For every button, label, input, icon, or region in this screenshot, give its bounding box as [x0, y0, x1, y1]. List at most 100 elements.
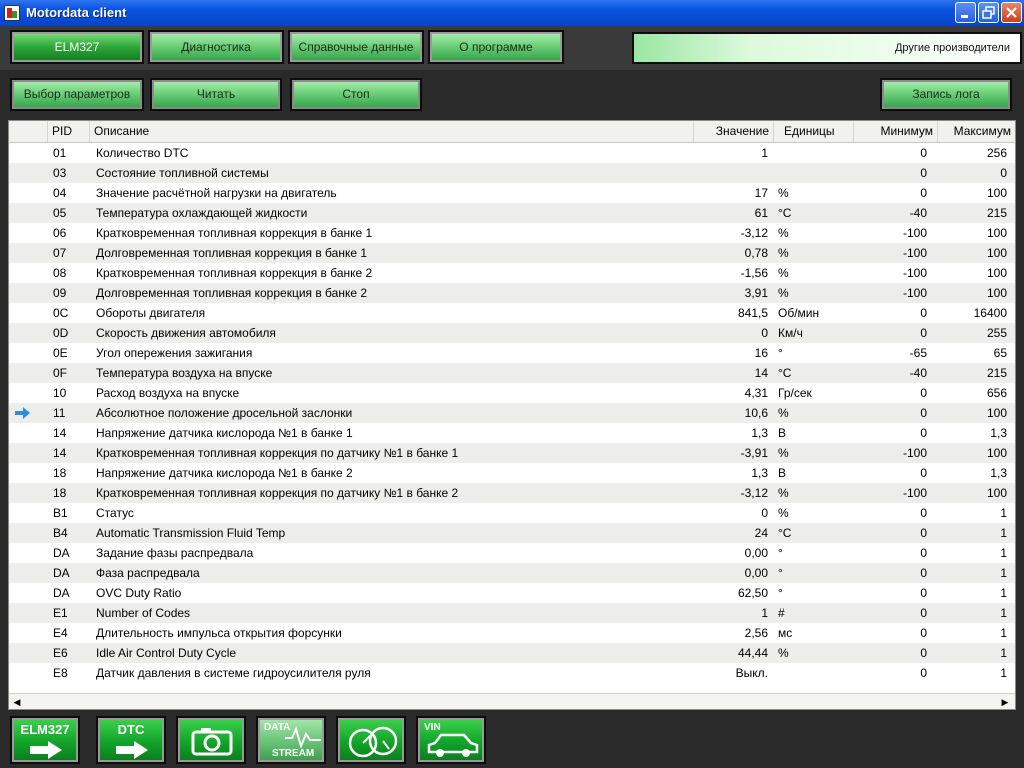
header-pid[interactable]: PID	[47, 121, 89, 142]
table-row[interactable]: 0D Скорость движения автомобиля 0 Км/ч 0 255	[9, 323, 1015, 343]
table-row[interactable]: DA Фаза распредвала 0,00 ° 0 1	[9, 563, 1015, 583]
dtc-nav-button[interactable]: DTC	[96, 716, 166, 764]
cell-maximum: 0	[1000, 166, 1007, 180]
cell-units: Км/ч	[778, 326, 803, 340]
stream-label: STREAM	[272, 748, 315, 759]
cell-value: -3,12	[740, 226, 768, 240]
cell-units: #	[778, 606, 785, 620]
table-row[interactable]: 04 Значение расчётной нагрузки на двигате…	[9, 183, 1015, 203]
close-button[interactable]	[1001, 2, 1022, 23]
bottom-nav: ELM327 DTC DATA STREAM VIN	[0, 712, 1024, 768]
tab-about[interactable]: О программе	[428, 30, 564, 64]
cell-minimum: 0	[920, 166, 927, 180]
gauges-nav-button[interactable]	[336, 716, 406, 764]
table-row[interactable]: 05 Температура охлаждающей жидкости 61 °C -4…	[9, 203, 1015, 223]
table-row[interactable]: E4 Длительность импульса открытия форсунк…	[9, 623, 1015, 643]
cell-maximum: 1	[1000, 666, 1007, 680]
tab-diagnostics[interactable]: Диагностика	[148, 30, 284, 64]
cell-units: %	[778, 506, 789, 520]
table-row[interactable]: 01 Количество DTC 1 0 256	[9, 143, 1015, 163]
data-stream-nav-button[interactable]: DATA STREAM	[256, 716, 326, 764]
table-row[interactable]: 10 Расход воздуха на впуске 4,31 Гр/сек 0 656	[9, 383, 1015, 403]
horizontal-scrollbar[interactable]: ◀ ▶	[9, 693, 1015, 709]
table-row[interactable]: 09 Долговременная топливная коррекция в б…	[9, 283, 1015, 303]
maximize-button[interactable]	[978, 2, 999, 23]
table-row[interactable]: 08 Кратковременная топливная коррекция в …	[9, 263, 1015, 283]
table-row[interactable]: DA Задание фазы распредвала 0,00 ° 0 1	[9, 543, 1015, 563]
cell-description: Кратковременная топливная коррекция в ба…	[96, 266, 373, 280]
table-row[interactable]: 0F Температура воздуха на впуске 14 °C -40 21…	[9, 363, 1015, 383]
minimize-button[interactable]	[955, 2, 976, 23]
row-indicator	[15, 443, 31, 463]
cell-pid: 06	[53, 226, 67, 240]
table-row[interactable]: 18 Кратковременная топливная коррекция по…	[9, 483, 1015, 503]
scroll-right-icon[interactable]: ▶	[999, 696, 1011, 708]
title-bar[interactable]: Motordata client	[0, 0, 1024, 26]
table-row[interactable]: E8 Датчик давления в системе гидроусилите…	[9, 663, 1015, 683]
tab-elm327[interactable]: ELM327	[10, 30, 144, 64]
cell-value: Выкл.	[735, 666, 768, 680]
cell-value: 61	[754, 206, 768, 220]
cell-description: Температура охлаждающей жидкости	[96, 206, 308, 220]
cell-minimum: 0	[920, 586, 927, 600]
table-row[interactable]: DA OVC Duty Ratio 62,50 ° 0 1	[9, 583, 1015, 603]
cell-value	[694, 163, 768, 183]
cell-description: Долговременная топливная коррекция в бан…	[96, 286, 368, 300]
cell-pid: B1	[53, 506, 68, 520]
select-params-button[interactable]: Выбор параметров	[10, 78, 144, 111]
vin-nav-button[interactable]: VIN	[416, 716, 486, 764]
table-row[interactable]: 06 Кратковременная топливная коррекция в …	[9, 223, 1015, 243]
cell-description: Статус	[96, 506, 134, 520]
header-units[interactable]: Единицы	[773, 121, 853, 142]
header-description[interactable]: Описание	[89, 121, 693, 142]
row-indicator	[15, 243, 31, 263]
table-row[interactable]: 0C Обороты двигателя 841,5 Об/мин 0 16400	[9, 303, 1015, 323]
row-indicator	[15, 143, 31, 163]
read-button[interactable]: Читать	[150, 78, 282, 111]
other-makers-bar[interactable]: Другие производители	[632, 32, 1022, 64]
header-value[interactable]: Значение	[693, 121, 773, 142]
cell-value: 44,44	[737, 646, 768, 660]
table-row[interactable]: 0E Угол опережения зажигания 16 ° -65 65	[9, 343, 1015, 363]
table-row[interactable]: 18 Напряжение датчика кислорода №1 в банк…	[9, 463, 1015, 483]
arrow-right-icon	[116, 741, 148, 759]
cell-minimum: -100	[902, 246, 927, 260]
table-row[interactable]: E6 Idle Air Control Duty Cycle 44,44% 0 1	[9, 643, 1015, 663]
cell-units: °	[778, 586, 783, 600]
cell-maximum: 100	[986, 486, 1007, 500]
cell-description: Количество DTC	[96, 146, 189, 160]
table-row[interactable]: 11 Абсолютное положение дросельной заслон…	[9, 403, 1015, 423]
scroll-left-icon[interactable]: ◀	[11, 696, 23, 708]
table-row[interactable]: 07 Долговременная топливная коррекция в б…	[9, 243, 1015, 263]
cell-minimum: 0	[920, 466, 927, 480]
cell-pid: 08	[53, 266, 67, 280]
header-minimum[interactable]: Минимум	[853, 121, 937, 142]
log-record-button[interactable]: Запись лога	[880, 78, 1012, 111]
cell-value: 24	[754, 526, 768, 540]
cell-pid: E1	[53, 606, 68, 620]
menu-bar: ELM327 Диагностика Справочные данные О п…	[0, 26, 1024, 70]
table-row[interactable]: E1 Number of Codes 1 #0 1	[9, 603, 1015, 623]
header-maximum[interactable]: Максимум	[937, 121, 1015, 142]
cell-value: -3,91	[740, 446, 768, 460]
stop-button[interactable]: Стоп	[290, 78, 422, 111]
cell-maximum: 256	[986, 146, 1007, 160]
cell-maximum: 100	[986, 226, 1007, 240]
table-row[interactable]: B4 Automatic Transmission Fluid Temp 24 °C 0…	[9, 523, 1015, 543]
tab-reference-data[interactable]: Справочные данные	[288, 30, 424, 64]
table-row[interactable]: 14 Напряжение датчика кислорода №1 в банк…	[9, 423, 1015, 443]
cell-maximum: 1,3	[990, 426, 1007, 440]
elm327-nav-button[interactable]: ELM327	[10, 716, 80, 764]
cell-value: 2,56	[744, 626, 768, 640]
parameters-table[interactable]: PID Описание Значение Единицы Минимум Ма…	[8, 120, 1016, 710]
app-icon	[4, 5, 20, 21]
table-row[interactable]: 14 Кратковременная топливная коррекция по…	[9, 443, 1015, 463]
snapshot-nav-button[interactable]	[176, 716, 246, 764]
cell-maximum: 1	[1000, 626, 1007, 640]
close-icon	[1006, 7, 1017, 18]
row-indicator	[15, 363, 31, 383]
table-row[interactable]: 03 Состояние топливной системы 0 0	[9, 163, 1015, 183]
table-row[interactable]: B1 Статус 0% 0 1	[9, 503, 1015, 523]
cell-units: °	[778, 346, 783, 360]
minimize-icon	[961, 15, 968, 18]
